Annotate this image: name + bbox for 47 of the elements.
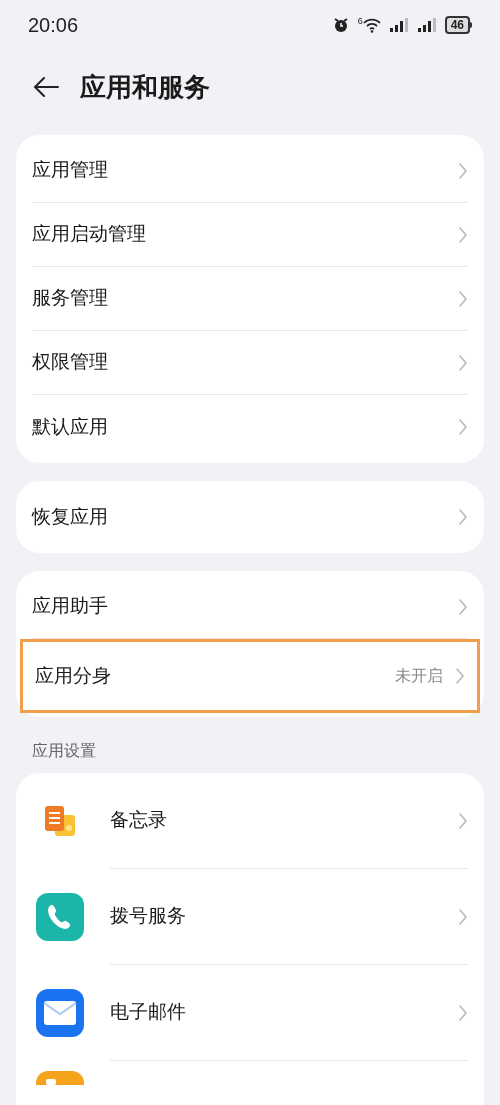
- row-label: 权限管理: [32, 350, 109, 375]
- app-name: 拨号服务: [110, 904, 187, 929]
- status-time: 20:06: [28, 13, 79, 38]
- chevron-right-icon: [458, 353, 468, 372]
- chevron-right-icon: [458, 161, 468, 180]
- row-label: 服务管理: [32, 286, 109, 311]
- settings-row[interactable]: 服务管理: [32, 267, 468, 331]
- chevron-right-icon: [458, 811, 468, 830]
- settings-row[interactable]: 应用启动管理: [32, 203, 468, 267]
- mail-icon: [36, 989, 84, 1037]
- chevron-right-icon: [455, 667, 465, 685]
- section-header: 应用设置: [31, 741, 97, 761]
- chevron-right-icon: [458, 907, 468, 926]
- chevron-right-icon: [458, 225, 468, 244]
- row-label: 应用启动管理: [32, 222, 147, 247]
- settings-row[interactable]: 应用分身 未开启: [20, 639, 480, 713]
- signal-icon: [388, 18, 409, 32]
- app-row[interactable]: 备忘录: [36, 773, 468, 869]
- row-label: 应用助手: [32, 594, 109, 619]
- signal-icon: [416, 18, 437, 32]
- app-name: 备忘录: [110, 808, 168, 833]
- wifi-standard-label: 6: [357, 17, 363, 26]
- back-arrow-icon[interactable]: [32, 76, 60, 98]
- chevron-right-icon: [458, 289, 468, 308]
- row-label: 应用分身: [35, 663, 112, 688]
- chevron-right-icon: [458, 418, 468, 436]
- settings-row[interactable]: 权限管理: [32, 331, 468, 395]
- row-value: 未开启: [395, 666, 443, 686]
- row-label: 应用管理: [32, 158, 109, 183]
- chevron-right-icon: [458, 508, 468, 526]
- settings-row[interactable]: 默认应用: [32, 395, 468, 459]
- chevron-right-icon: [458, 597, 468, 616]
- app-row[interactable]: 拨号服务: [36, 869, 468, 965]
- settings-row[interactable]: 恢复应用: [32, 485, 468, 549]
- battery-indicator: 46: [444, 16, 470, 34]
- wifi-icon: [362, 17, 381, 33]
- page-title: 应用和服务: [80, 70, 210, 104]
- settings-row[interactable]: 应用管理: [32, 139, 468, 203]
- notes-icon: [42, 803, 78, 839]
- chevron-right-icon: [458, 1003, 468, 1022]
- row-label: 恢复应用: [32, 504, 109, 529]
- app-row[interactable]: 电子邮件: [36, 965, 468, 1061]
- app-name: 电子邮件: [110, 1000, 187, 1025]
- folder-icon: [36, 1071, 84, 1085]
- settings-row[interactable]: 应用助手: [32, 575, 468, 639]
- phone-icon: [36, 893, 84, 941]
- row-label: 默认应用: [32, 414, 109, 439]
